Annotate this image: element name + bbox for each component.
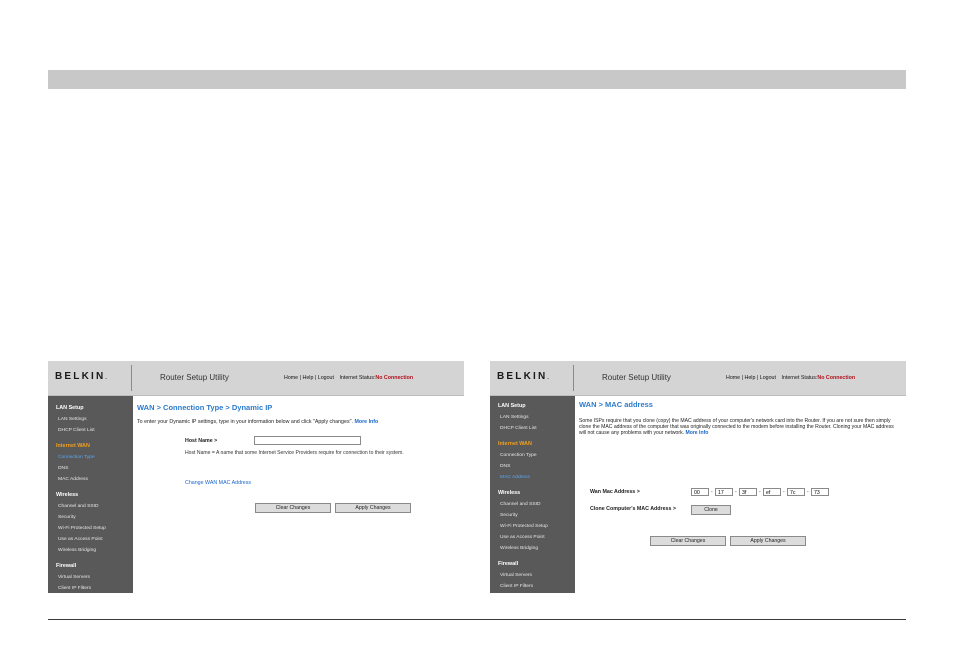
belkin-logo: BELKIN. <box>55 371 107 382</box>
more-info-link[interactable]: More Info <box>354 419 378 425</box>
clear-changes-button[interactable]: Clear Changes <box>255 503 331 513</box>
sidebar-item-bridging[interactable]: Wireless Bridging <box>58 548 96 553</box>
sidebar-item-dns[interactable]: DNS <box>58 466 68 471</box>
mac-separator: - <box>759 489 761 495</box>
sidebar-section-lan-setup: LAN Setup <box>498 403 526 409</box>
clone-mac-label: Clone Computer's MAC Address > <box>590 506 676 512</box>
sidebar-item-lan-settings[interactable]: LAN Settings <box>500 415 529 420</box>
change-wan-mac-link[interactable]: Change WAN MAC Address <box>185 480 251 486</box>
mac-octet-input[interactable]: 00 <box>691 488 709 496</box>
internet-status-label: Internet Status: <box>781 375 818 381</box>
help-link[interactable]: Help <box>303 375 314 381</box>
screenshot-mac-address: BELKIN. Router Setup Utility Home | Help… <box>490 361 906 593</box>
sidebar-item-lan-settings[interactable]: LAN Settings <box>58 417 87 422</box>
nav-separator: | <box>756 375 759 381</box>
page-title: WAN > Connection Type > Dynamic IP <box>137 403 273 412</box>
top-nav: Home | Help | Logout Internet Status:No … <box>726 375 855 381</box>
sidebar: LAN Setup LAN Settings DHCP Client List … <box>48 396 133 593</box>
more-info-link[interactable]: More Info <box>685 430 708 436</box>
sidebar-item-virtual-servers[interactable]: Virtual Servers <box>500 573 532 578</box>
home-link[interactable]: Home <box>726 375 740 381</box>
sidebar-section-wireless: Wireless <box>498 490 521 496</box>
sidebar: LAN Setup LAN Settings DHCP Client List … <box>490 396 575 593</box>
sidebar-item-client-ip-filters[interactable]: Client IP Filters <box>500 584 533 589</box>
clone-button[interactable]: Clone <box>691 505 731 515</box>
nav-separator: | <box>299 375 302 381</box>
logout-link[interactable]: Logout <box>318 375 334 381</box>
header-divider <box>573 365 574 391</box>
sidebar-item-mac-address[interactable]: MAC Address <box>58 477 88 482</box>
sidebar-section-firewall: Firewall <box>498 561 519 567</box>
sidebar-item-connection-type[interactable]: Connection Type <box>58 455 95 460</box>
internet-status-value: No Connection <box>375 375 414 381</box>
host-name-help: Host Name = A name that some Internet Se… <box>185 450 404 456</box>
sidebar-item-connection-type[interactable]: Connection Type <box>500 453 537 458</box>
sidebar-item-security[interactable]: Security <box>58 515 76 520</box>
bottom-rule <box>48 619 906 620</box>
home-link[interactable]: Home <box>284 375 298 381</box>
mac-octet-input[interactable]: ef <box>763 488 781 496</box>
sidebar-item-channel-ssid[interactable]: Channel and SSID <box>58 504 99 509</box>
sidebar-item-access-point[interactable]: Use as Access Point <box>500 535 545 540</box>
sidebar-item-dhcp-client-list[interactable]: DHCP Client List <box>500 426 537 431</box>
sidebar-item-mac-address[interactable]: MAC Address <box>500 475 530 480</box>
mac-octet-input[interactable]: 3f <box>739 488 757 496</box>
mac-octet-input[interactable]: 7c <box>787 488 805 496</box>
sidebar-item-virtual-servers[interactable]: Virtual Servers <box>58 575 90 580</box>
main-content: WAN > MAC address Some ISPs require that… <box>579 396 906 593</box>
sidebar-section-internet-wan: Internet WAN <box>498 441 532 447</box>
mac-separator: - <box>735 489 737 495</box>
apply-changes-button[interactable]: Apply Changes <box>730 536 806 546</box>
sidebar-item-security[interactable]: Security <box>500 513 518 518</box>
sidebar-item-wps[interactable]: Wi-Fi Protected Setup <box>500 524 548 529</box>
sidebar-item-bridging[interactable]: Wireless Bridging <box>500 546 538 551</box>
app-title: Router Setup Utility <box>602 373 671 382</box>
belkin-logo: BELKIN. <box>497 371 549 382</box>
sidebar-section-lan-setup: LAN Setup <box>56 405 84 411</box>
intro-text: To enter your Dynamic IP settings, type … <box>137 419 379 425</box>
nav-separator: | <box>314 375 317 381</box>
sidebar-section-internet-wan: Internet WAN <box>56 443 90 449</box>
host-name-label: Host Name > <box>185 438 218 444</box>
sidebar-section-firewall: Firewall <box>56 563 77 569</box>
sidebar-item-dhcp-client-list[interactable]: DHCP Client List <box>58 428 95 433</box>
sidebar-item-access-point[interactable]: Use as Access Point <box>58 537 103 542</box>
header-bar: BELKIN. Router Setup Utility Home | Help… <box>48 361 464 396</box>
main-content: WAN > Connection Type > Dynamic IP To en… <box>137 396 464 593</box>
logout-link[interactable]: Logout <box>760 375 776 381</box>
top-nav: Home | Help | Logout Internet Status:No … <box>284 375 413 381</box>
header-divider <box>131 365 132 391</box>
screenshot-dynamic-ip: BELKIN. Router Setup Utility Home | Help… <box>48 361 464 593</box>
mac-separator: - <box>711 489 713 495</box>
mac-separator: - <box>807 489 809 495</box>
mac-description: Some ISPs require that you clone (copy) … <box>579 418 894 437</box>
sidebar-item-dns[interactable]: DNS <box>500 464 510 469</box>
nav-separator: | <box>741 375 744 381</box>
sidebar-item-channel-ssid[interactable]: Channel and SSID <box>500 502 541 507</box>
sidebar-item-client-ip-filters[interactable]: Client IP Filters <box>58 586 91 591</box>
host-name-input[interactable] <box>254 436 361 445</box>
internet-status-label: Internet Status: <box>339 375 376 381</box>
mac-separator: - <box>783 489 785 495</box>
help-link[interactable]: Help <box>745 375 756 381</box>
mac-octet-input[interactable]: 73 <box>811 488 829 496</box>
page-title: WAN > MAC address <box>579 400 653 409</box>
sidebar-section-wireless: Wireless <box>56 492 79 498</box>
wan-mac-label: Wan Mac Address > <box>590 489 640 495</box>
clear-changes-button[interactable]: Clear Changes <box>650 536 726 546</box>
internet-status-value: No Connection <box>817 375 856 381</box>
header-bar: BELKIN. Router Setup Utility Home | Help… <box>490 361 906 396</box>
apply-changes-button[interactable]: Apply Changes <box>335 503 411 513</box>
sidebar-item-wps[interactable]: Wi-Fi Protected Setup <box>58 526 106 531</box>
app-title: Router Setup Utility <box>160 373 229 382</box>
top-gray-band <box>48 70 906 89</box>
mac-octet-input[interactable]: 17 <box>715 488 733 496</box>
